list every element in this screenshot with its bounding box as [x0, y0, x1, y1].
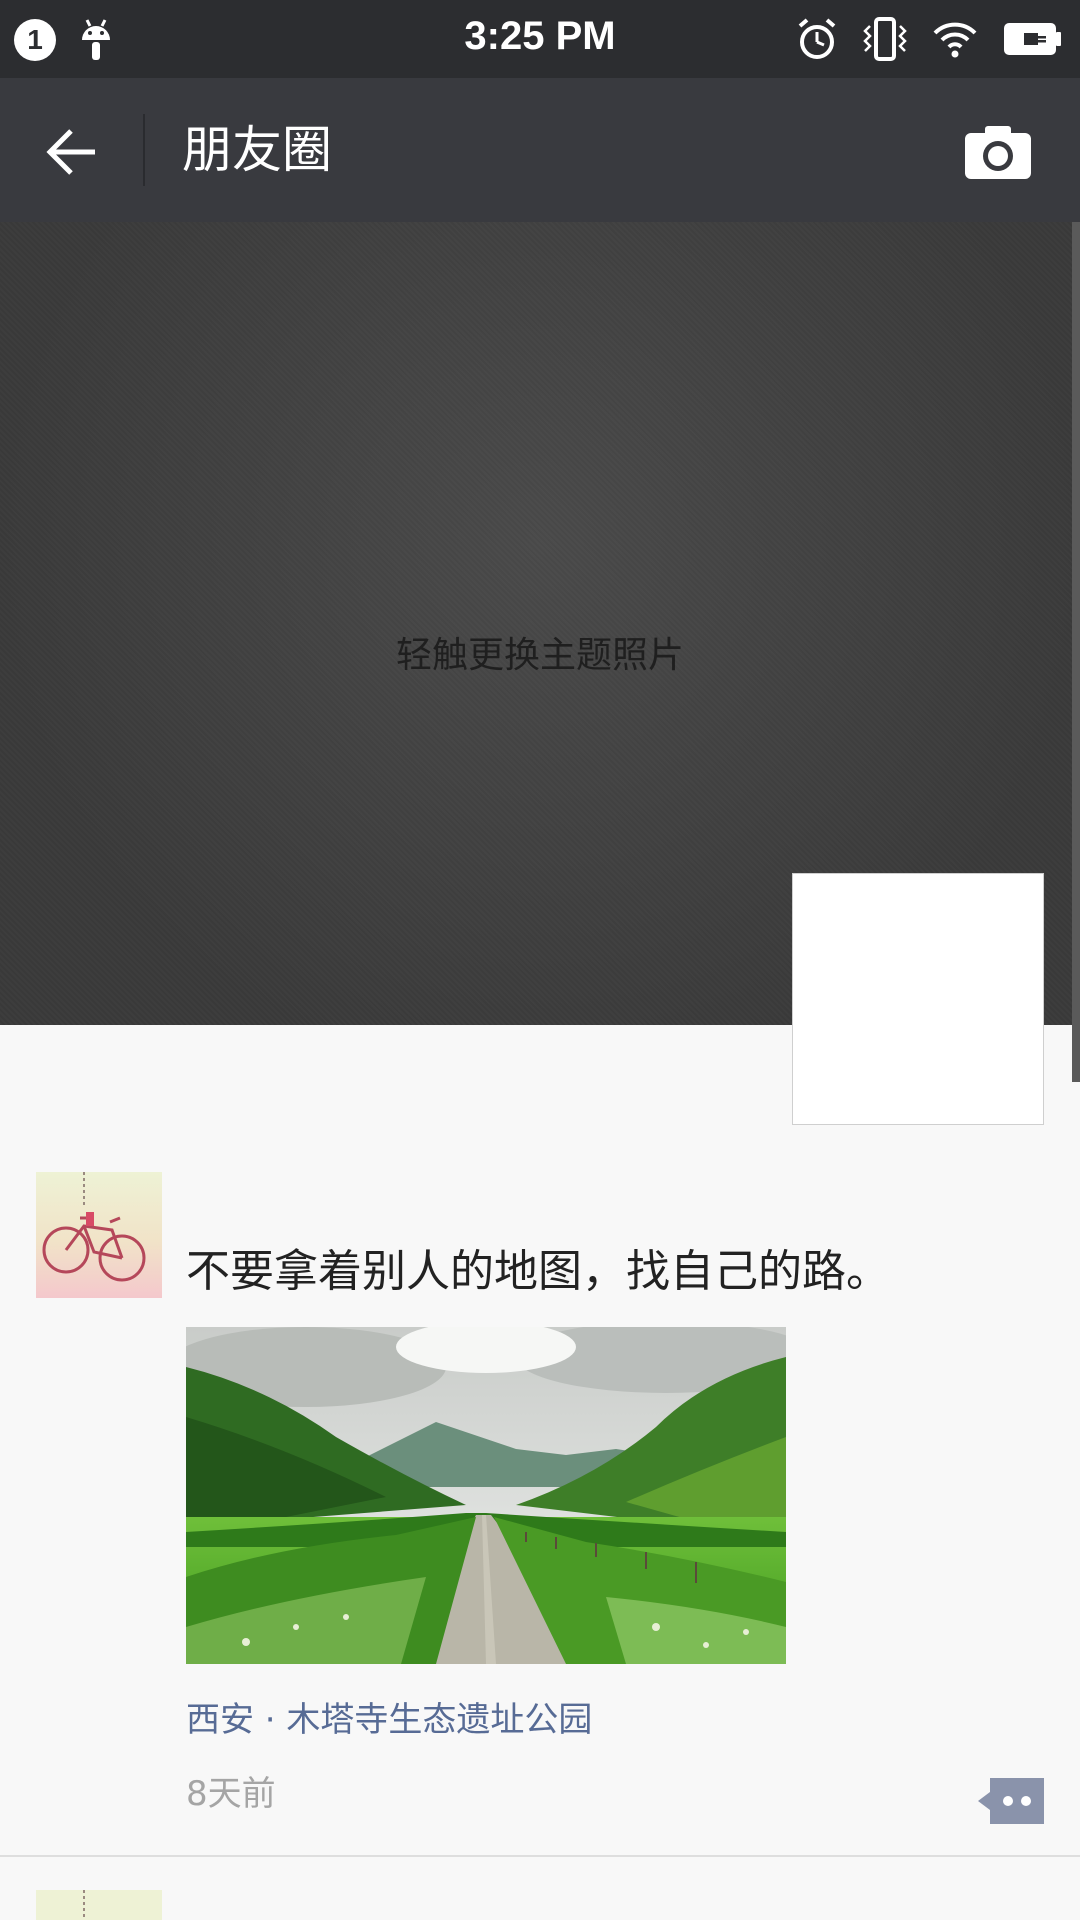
- bicycle-avatar: [36, 1890, 162, 1920]
- post-location[interactable]: 西安 · 木塔寺生态遗址公园: [186, 1692, 592, 1741]
- cover-hint: 轻触更换主题照片: [395, 635, 684, 676]
- camera-button[interactable]: [960, 116, 1036, 188]
- wifi-icon: [933, 22, 977, 58]
- comment-button[interactable]: [978, 1778, 1044, 1824]
- post-separator: [0, 1855, 1080, 1857]
- post-image[interactable]: [186, 1327, 786, 1664]
- back-arrow-icon: [46, 129, 95, 175]
- header-divider: [143, 114, 145, 186]
- moment-post: 不要拿着别人的地图，找自己的路。 西安 · 木塔寺生态遗址公园 8天前: [0, 1150, 1080, 1856]
- comment-more-icon: [978, 1778, 1044, 1824]
- scrollbar[interactable]: [1072, 222, 1080, 1082]
- profile-avatar[interactable]: [792, 873, 1044, 1125]
- bicycle-avatar: [36, 1172, 162, 1298]
- status-right: [796, 16, 1062, 62]
- post-text: 不要拿着别人的地图，找自己的路。: [186, 1246, 890, 1297]
- post-author-avatar[interactable]: [36, 1172, 162, 1298]
- alarm-icon: [798, 18, 836, 59]
- app-header: 朋友圈: [0, 78, 1080, 222]
- countryside-road-image: [186, 1327, 786, 1664]
- next-post-avatar[interactable]: [36, 1890, 162, 1920]
- camera-icon: [965, 126, 1031, 179]
- vibrate-icon: [863, 17, 907, 61]
- back-button[interactable]: [36, 116, 108, 188]
- status-bar: 1 3:25 PM: [0, 0, 1080, 78]
- battery-icon: [1004, 23, 1061, 55]
- page-title: 朋友圈: [182, 121, 332, 179]
- post-time: 8天前: [186, 1774, 276, 1814]
